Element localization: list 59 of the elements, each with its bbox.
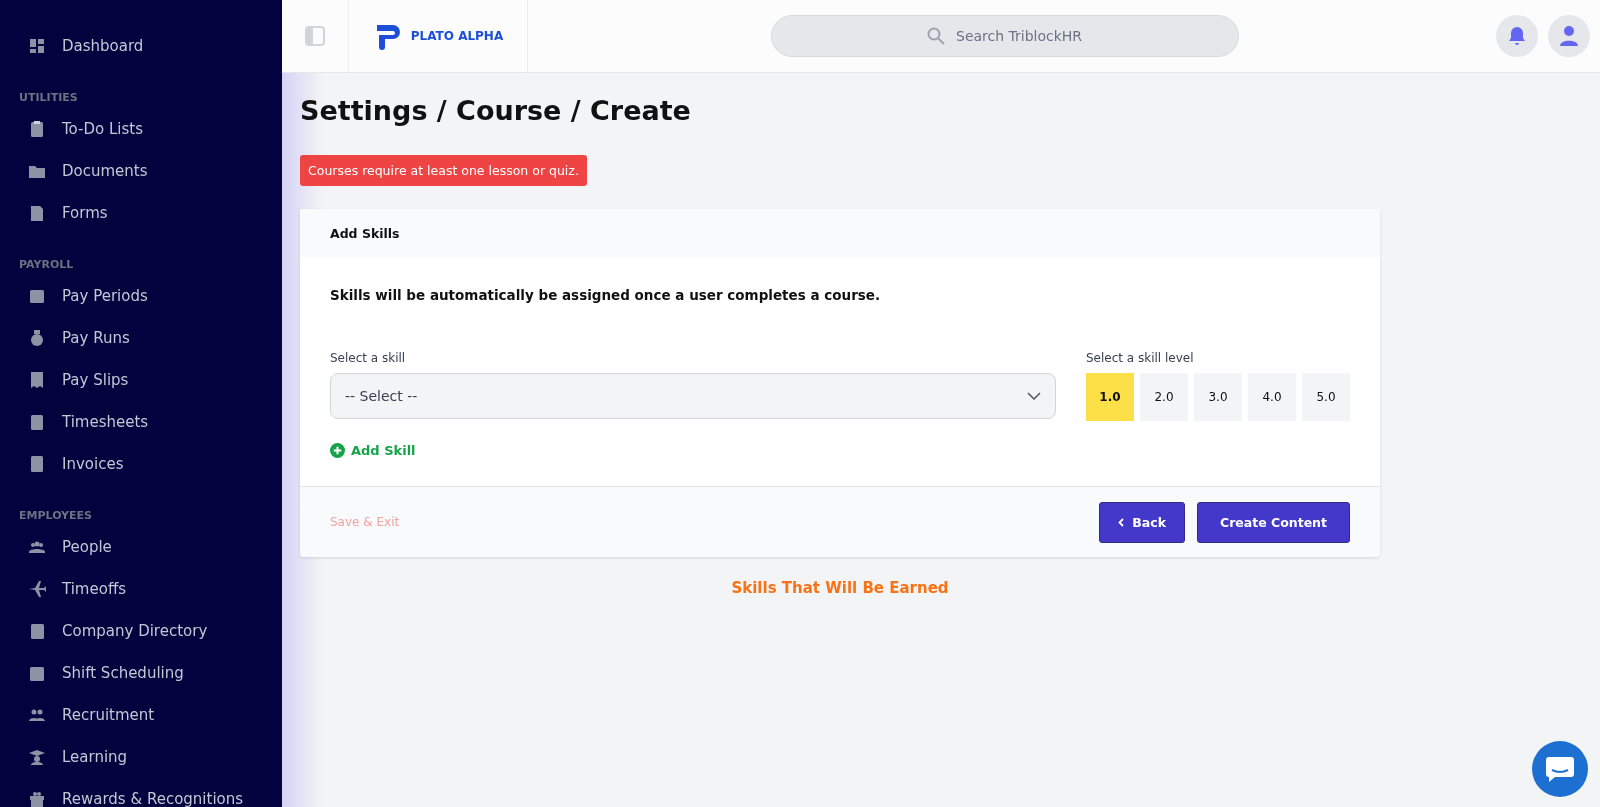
card-header: Add Skills: [330, 225, 400, 241]
menu-icon: [28, 413, 46, 431]
section-heading: UTILITIES: [18, 91, 79, 104]
section-heading: Skills That Will Be Earned: [730, 579, 950, 597]
sidebar-item[interactable]: Recruitment: [0, 694, 282, 736]
menu-icon: [28, 329, 46, 347]
sidebar-item[interactable]: Company Directory: [0, 610, 282, 652]
sidebar-item[interactable]: Rewards & Recognitions: [0, 778, 282, 807]
sidebar-item[interactable]: Pay Periods: [0, 275, 282, 317]
field-label: Select a skill: [330, 351, 407, 365]
sidebar-item[interactable]: Learning: [0, 736, 282, 778]
menu-icon: [28, 790, 46, 807]
menu-icon: [28, 748, 46, 766]
menu-icon: [28, 37, 46, 55]
menu-icon: [28, 204, 46, 222]
sidebar-item[interactable]: Documents: [0, 150, 282, 192]
section-heading: PAYROLL: [18, 258, 75, 271]
menu-icon: [28, 622, 46, 640]
menu-icon: [28, 287, 46, 305]
sidebar-item[interactable]: Dashboard: [0, 25, 282, 67]
search-field[interactable]: Search TriblockHR: [771, 15, 1239, 57]
sidebar-item[interactable]: To-Do Lists: [0, 108, 282, 150]
sidebar-item[interactable]: Timesheets: [0, 401, 282, 443]
chat-bubble-icon: [1545, 755, 1575, 783]
skill-level-option[interactable]: 4.0: [1248, 373, 1296, 421]
notification-button[interactable]: [1496, 15, 1538, 57]
avatar-button[interactable]: [1548, 15, 1590, 57]
chat-button[interactable]: [1532, 741, 1588, 797]
sidebar-item[interactable]: Pay Runs: [0, 317, 282, 359]
user-icon: [1560, 26, 1578, 46]
menu-icon: [28, 120, 46, 138]
plus-circle-icon: [330, 443, 345, 458]
sidebar-item[interactable]: Shift Scheduling: [0, 652, 282, 694]
skill-level-option[interactable]: 5.0: [1302, 373, 1350, 421]
skill-level-option[interactable]: 2.0: [1140, 373, 1188, 421]
description-text: Skills will be automatically be assigned once a user completes a course.: [330, 287, 882, 303]
skill-level-option[interactable]: 1.0: [1086, 373, 1134, 421]
sidebar-item[interactable]: Invoices: [0, 443, 282, 485]
sidebar-item[interactable]: Forms: [0, 192, 282, 234]
sidebar-item[interactable]: Timeoffs: [0, 568, 282, 610]
chevron-left-icon: [1118, 517, 1125, 527]
page-title: Settings / Course / Create: [300, 95, 692, 126]
menu-icon: [28, 455, 46, 473]
bell-icon: [1508, 26, 1526, 46]
back-button[interactable]: Back: [1099, 501, 1185, 543]
skill-level-option[interactable]: 3.0: [1194, 373, 1242, 421]
skill-select[interactable]: -- Select --: [330, 373, 1056, 419]
field-label: Select a skill level: [1086, 351, 1195, 365]
error-alert: Courses require at least one lesson or quiz.: [300, 155, 587, 186]
menu-icon: [28, 371, 46, 389]
create-content-button[interactable]: Create Content: [1196, 501, 1350, 543]
logo-text: PLATO ALPHA: [410, 29, 504, 43]
sidebar-toggle-icon[interactable]: [305, 26, 325, 46]
sidebar-item[interactable]: Pay Slips: [0, 359, 282, 401]
chevron-down-icon: [1027, 392, 1041, 400]
menu-icon: [28, 664, 46, 682]
search-icon: [927, 27, 945, 45]
sidebar-item[interactable]: People: [0, 526, 282, 568]
section-heading: EMPLOYEES: [18, 509, 93, 522]
